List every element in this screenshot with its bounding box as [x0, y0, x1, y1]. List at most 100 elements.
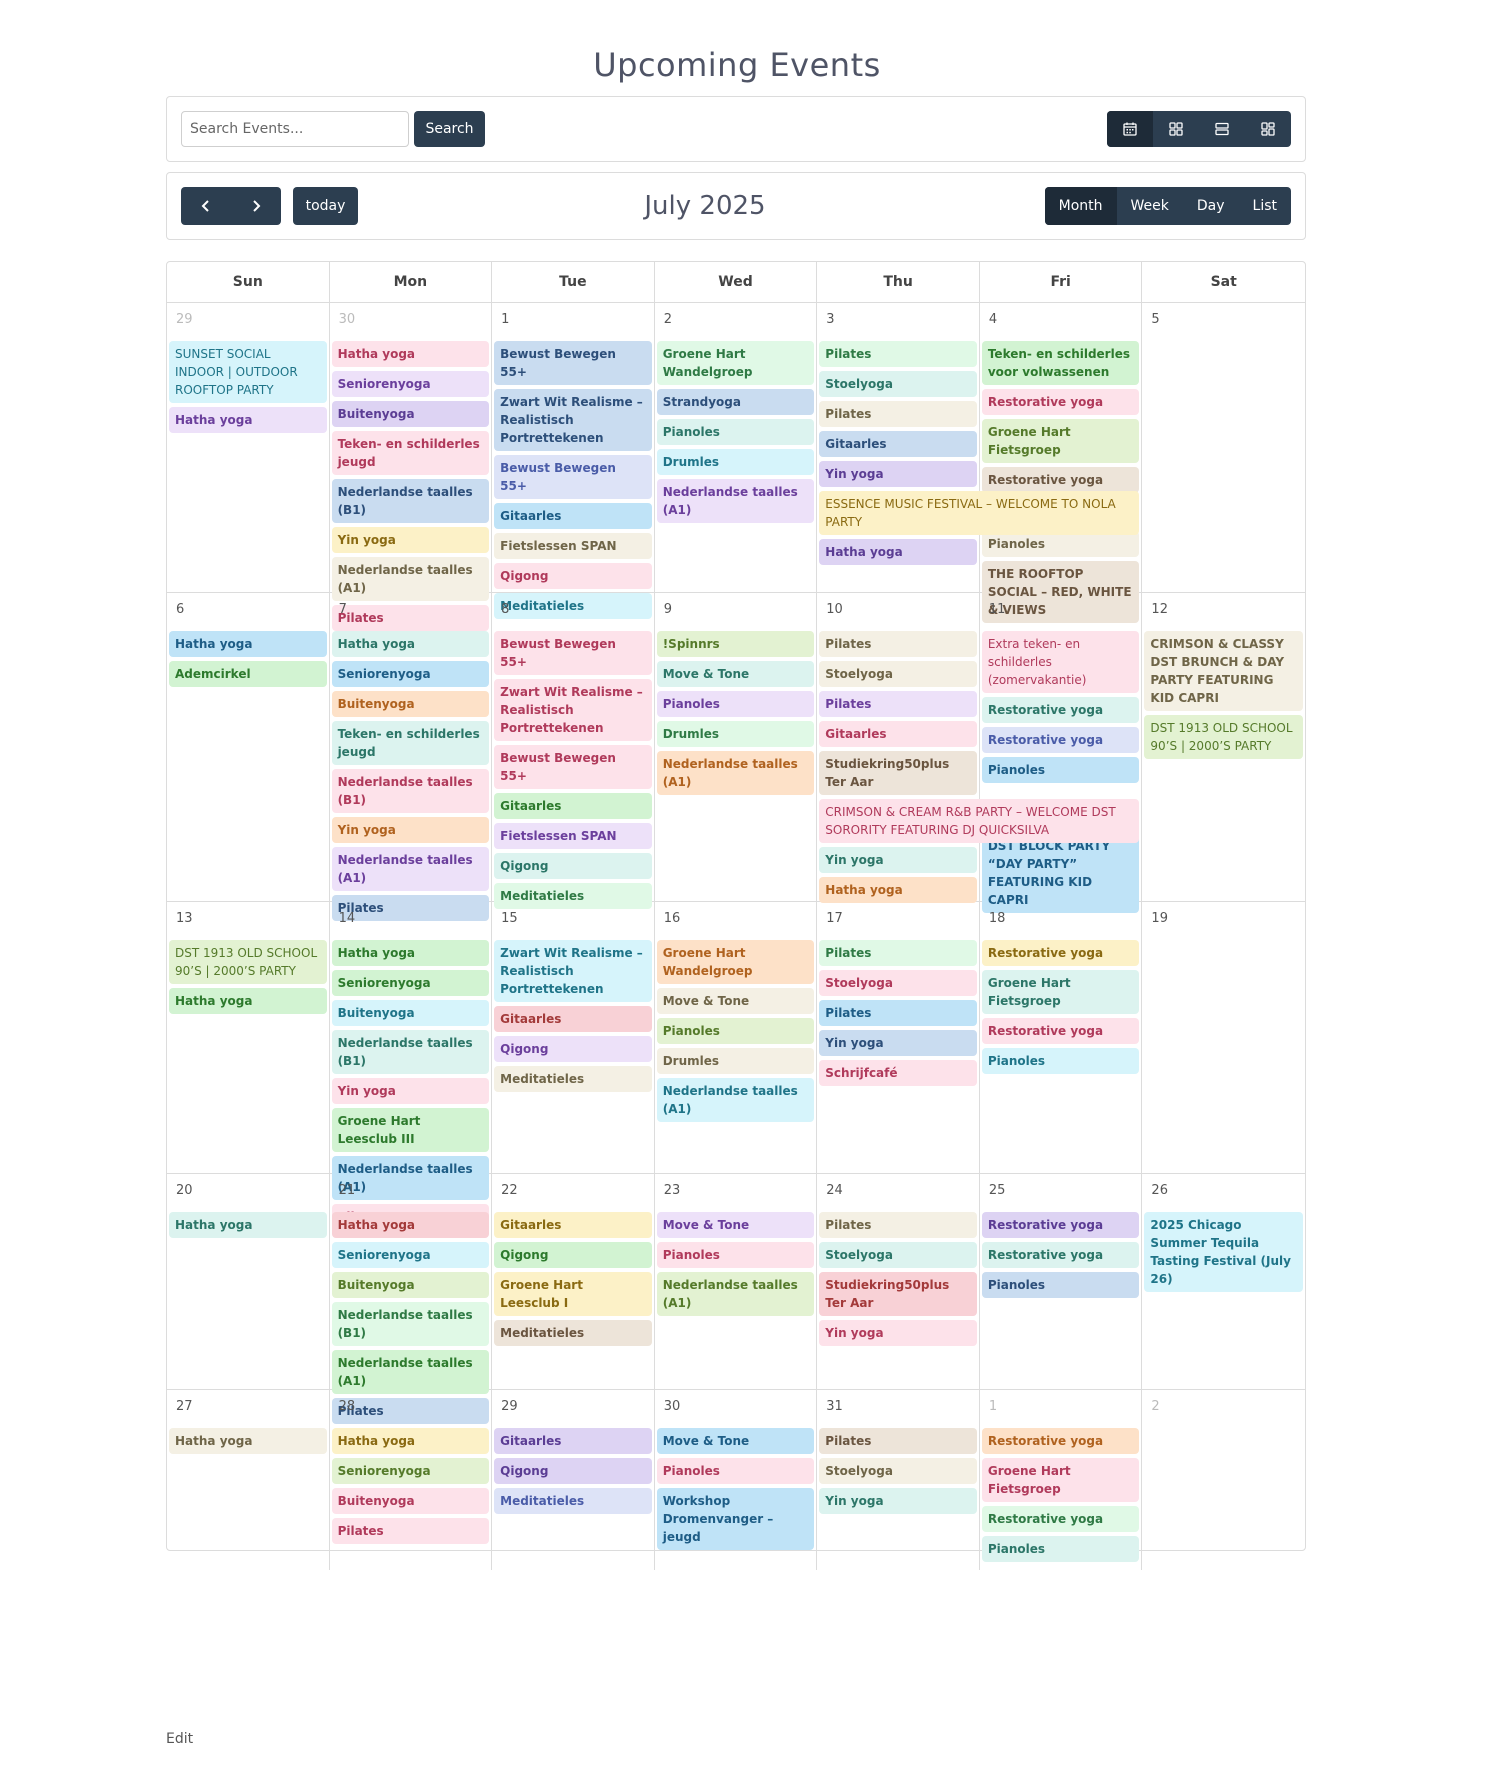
calendar-event[interactable]: Fietslessen SPAN: [494, 823, 652, 849]
calendar-event[interactable]: Pilates: [819, 631, 977, 657]
calendar-event[interactable]: DST BLOCK PARTY “DAY PARTY” FEATURING KI…: [981, 833, 1140, 913]
calendar-event[interactable]: Groene Hart Fietsgroep: [981, 1458, 1140, 1502]
calendar-event[interactable]: Yin yoga: [331, 1078, 490, 1104]
calendar-event[interactable]: Groene Hart Fietsgroep: [981, 419, 1140, 463]
calendar-event[interactable]: Strandyoga: [656, 389, 815, 415]
calendar-event[interactable]: Groene Hart Fietsgroep: [981, 970, 1140, 1014]
calendar-event[interactable]: Yin yoga: [819, 461, 977, 487]
calendar-event[interactable]: Pilates: [819, 1212, 977, 1238]
calendar-event[interactable]: Seniorenyoga: [331, 970, 490, 996]
range-week-button[interactable]: Week: [1117, 187, 1183, 225]
calendar-event[interactable]: Restorative yoga: [981, 467, 1140, 493]
calendar-event[interactable]: Nederlandse taalles (B1): [331, 479, 490, 523]
calendar-event[interactable]: Drumles: [656, 1048, 815, 1074]
calendar-event[interactable]: Teken- en schilderles voor volwassenen: [981, 341, 1140, 385]
calendar-event[interactable]: Pianoles: [656, 1018, 815, 1044]
calendar-event[interactable]: Move & Tone: [656, 661, 815, 687]
calendar-event[interactable]: Gitaarles: [494, 1006, 652, 1032]
calendar-event[interactable]: Workshop Dromenvanger – jeugd: [656, 1488, 815, 1550]
list-view-button[interactable]: [1199, 111, 1245, 147]
day-cell[interactable]: 30 Hatha yoga Seniorenyoga Buitenyoga Teken-…: [330, 303, 493, 639]
calendar-event[interactable]: Bewust Bewegen 55+: [494, 631, 652, 675]
calendar-event[interactable]: Qigong: [494, 853, 652, 879]
calendar-event[interactable]: Yin yoga: [819, 1030, 977, 1056]
calendar-event[interactable]: CRIMSON & CREAM R&B PARTY – WELCOME DST …: [819, 799, 1140, 843]
day-cell[interactable]: 2: [1142, 1390, 1305, 1570]
calendar-event[interactable]: DST 1913 OLD SCHOOL 90’S | 2000’S PARTY: [1144, 715, 1303, 759]
calendar-event[interactable]: Meditatieles: [494, 1320, 652, 1346]
day-cell[interactable]: 3 Pilates Stoelyoga Pilates Gitaarles Yin yog…: [817, 303, 1140, 639]
calendar-event[interactable]: Hatha yoga: [169, 407, 327, 433]
calendar-event[interactable]: Gitaarles: [494, 1212, 652, 1238]
calendar-event[interactable]: Pilates: [819, 691, 977, 717]
calendar-event[interactable]: Teken- en schilderles jeugd: [331, 721, 490, 765]
calendar-event[interactable]: Bewust Bewegen 55+: [494, 455, 652, 499]
calendar-event[interactable]: SUNSET SOCIAL INDOOR | OUTDOOR ROOFTOP P…: [169, 341, 327, 403]
calendar-event[interactable]: Move & Tone: [656, 1428, 815, 1454]
calendar-event[interactable]: Fietslessen SPAN: [494, 533, 652, 559]
calendar-event[interactable]: Qigong: [494, 1242, 652, 1268]
calendar-event[interactable]: Restorative yoga: [981, 1428, 1140, 1454]
calendar-event[interactable]: Restorative yoga: [981, 1212, 1140, 1238]
calendar-event[interactable]: Hatha yoga: [331, 1428, 490, 1454]
calendar-event[interactable]: Buitenyoga: [331, 1272, 490, 1298]
calendar-event[interactable]: Move & Tone: [656, 988, 815, 1014]
calendar-event[interactable]: Hatha yoga: [331, 940, 490, 966]
calendar-event[interactable]: Zwart Wit Realisme – Realistisch Portret…: [494, 940, 652, 1002]
day-cell[interactable]: 11 Extra teken- en schilderles (zomervaka…: [980, 593, 1143, 929]
calendar-event[interactable]: CRIMSON & CLASSY DST BRUNCH & DAY PARTY …: [1144, 631, 1303, 711]
calendar-event[interactable]: Buitenyoga: [331, 1488, 490, 1514]
calendar-event[interactable]: Gitaarles: [819, 431, 977, 457]
calendar-event[interactable]: Yin yoga: [819, 1488, 977, 1514]
day-cell[interactable]: 1 Restorative yoga Groene Hart Fietsgroep R…: [980, 1390, 1143, 1570]
calendar-event[interactable]: Gitaarles: [819, 721, 977, 747]
calendar-event[interactable]: Nederlandse taalles (A1): [331, 847, 490, 891]
calendar-event[interactable]: Extra teken- en schilderles (zomervakant…: [981, 631, 1140, 693]
day-cell[interactable]: 1 Bewust Bewegen 55+ Zwart Wit Realisme – …: [492, 303, 655, 639]
search-button[interactable]: Search: [414, 111, 485, 147]
calendar-event[interactable]: Gitaarles: [494, 1428, 652, 1454]
calendar-event[interactable]: Zwart Wit Realisme – Realistisch Portret…: [494, 389, 652, 451]
calendar-event[interactable]: Groene Hart Wandelgroep: [656, 341, 815, 385]
calendar-event[interactable]: Hatha yoga: [169, 1428, 327, 1454]
day-cell[interactable]: 8 Bewust Bewegen 55+ Zwart Wit Realisme – …: [492, 593, 655, 929]
calendar-event[interactable]: Pianoles: [981, 1048, 1140, 1074]
search-input[interactable]: [181, 111, 409, 147]
calendar-event[interactable]: Yin yoga: [819, 847, 977, 873]
calendar-event[interactable]: Restorative yoga: [981, 389, 1140, 415]
calendar-event[interactable]: Meditatieles: [494, 1066, 652, 1092]
calendar-event[interactable]: Yin yoga: [331, 817, 490, 843]
day-cell[interactable]: 12 CRIMSON & CLASSY DST BRUNCH & DAY PART…: [1142, 593, 1305, 929]
calendar-event[interactable]: Seniorenyoga: [331, 661, 490, 687]
calendar-event[interactable]: Stoelyoga: [819, 661, 977, 687]
calendar-event[interactable]: Ademcirkel: [169, 661, 327, 687]
calendar-event[interactable]: Qigong: [494, 563, 652, 589]
calendar-event[interactable]: Meditatieles: [494, 1488, 652, 1514]
day-cell[interactable]: 9 !Spinnrs Move & Tone Pianoles Drumles Neder…: [655, 593, 818, 929]
calendar-event[interactable]: DST 1913 OLD SCHOOL 90’S | 2000’S PARTY: [169, 940, 327, 984]
calendar-event[interactable]: Pianoles: [656, 691, 815, 717]
day-cell[interactable]: 10 Pilates Stoelyoga Pilates Gitaarles Studie…: [817, 593, 1140, 929]
calendar-event[interactable]: Drumles: [656, 449, 815, 475]
calendar-event[interactable]: Hatha yoga: [169, 1212, 327, 1238]
calendar-event[interactable]: Nederlandse taalles (A1): [656, 751, 815, 795]
calendar-event[interactable]: Hatha yoga: [169, 988, 327, 1014]
range-month-button[interactable]: Month: [1044, 187, 1117, 225]
day-cell[interactable]: 5: [1142, 303, 1305, 639]
calendar-event[interactable]: Nederlandse taalles (A1): [656, 479, 815, 523]
calendar-event[interactable]: Pianoles: [981, 1272, 1140, 1298]
calendar-event[interactable]: Move & Tone: [656, 1212, 815, 1238]
calendar-event[interactable]: Qigong: [494, 1458, 652, 1484]
tiles-view-button[interactable]: [1245, 111, 1291, 147]
calendar-event[interactable]: Stoelyoga: [819, 1458, 977, 1484]
day-cell[interactable]: 7 Hatha yoga Seniorenyoga Buitenyoga Teken- …: [330, 593, 493, 929]
calendar-event[interactable]: Nederlandse taalles (B1): [331, 1030, 490, 1074]
edit-link[interactable]: Edit: [166, 1731, 193, 1747]
calendar-view-button[interactable]: [1107, 111, 1153, 147]
calendar-event[interactable]: Studiekring50plus Ter Aar: [819, 751, 977, 795]
calendar-event[interactable]: Pilates: [819, 341, 977, 367]
calendar-event[interactable]: Yin yoga: [819, 1320, 977, 1346]
day-cell[interactable]: 30 Move & Tone Pianoles Workshop Dromenvang…: [655, 1390, 818, 1570]
calendar-event[interactable]: Nederlandse taalles (A1): [331, 1350, 490, 1394]
day-cell[interactable]: 2 Groene Hart Wandelgroep Strandyoga Pianol…: [655, 303, 818, 639]
